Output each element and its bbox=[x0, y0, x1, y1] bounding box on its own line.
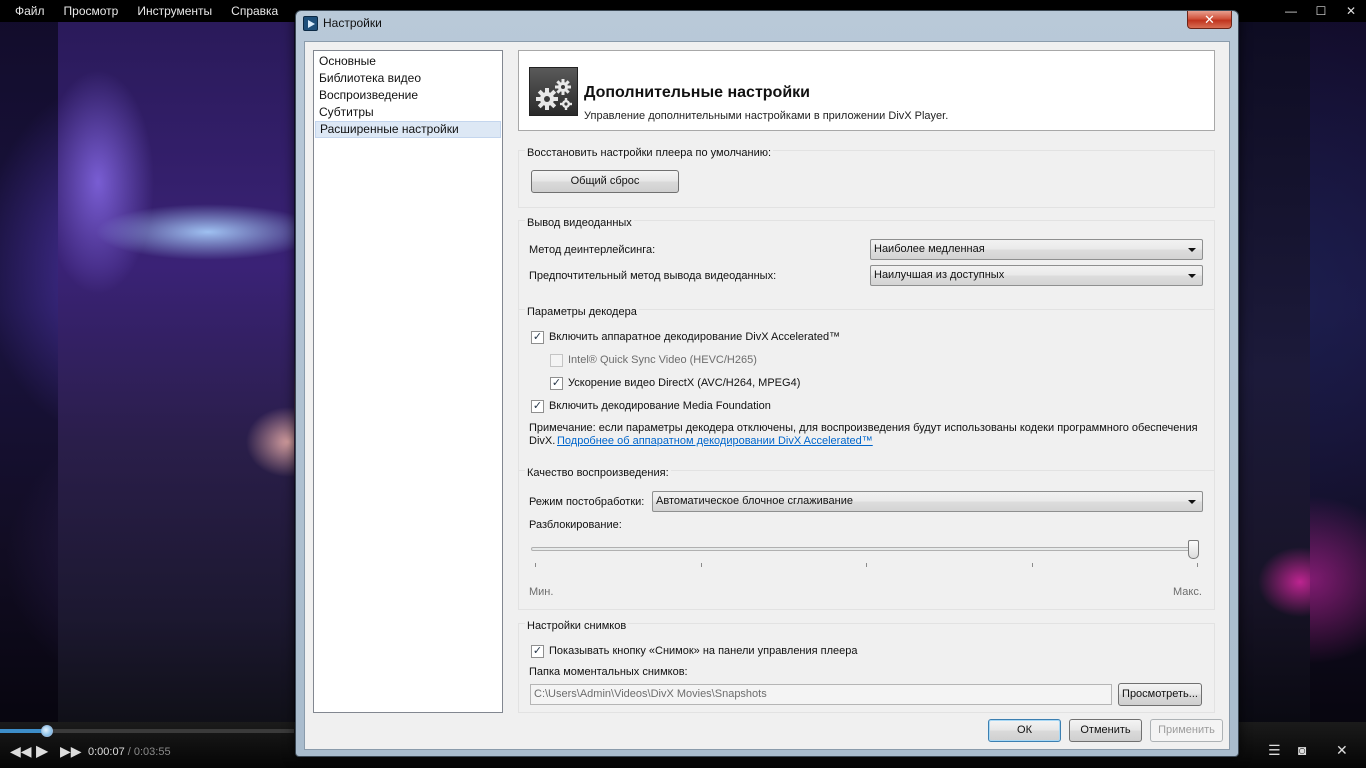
decoder-group: Параметры декодера ✓ Включить аппаратное… bbox=[518, 306, 1215, 485]
snapshot-folder-label: Папка моментальных снимков: bbox=[529, 666, 688, 678]
divx-app-icon bbox=[303, 16, 318, 31]
apply-button[interactable]: Применить bbox=[1150, 719, 1223, 742]
dialog-titlebar[interactable]: Настройки ✕ bbox=[296, 11, 1238, 37]
quick-sync-label: Intel® Quick Sync Video (HEVC/H265) bbox=[568, 354, 757, 366]
preferred-output-label: Предпочтительный метод вывода видеоданны… bbox=[529, 270, 777, 282]
postprocess-value: Автоматическое блочное сглаживание bbox=[656, 495, 853, 507]
menu-help[interactable]: Справка bbox=[231, 4, 278, 18]
media-foundation-checkbox[interactable]: ✓ bbox=[531, 400, 544, 413]
cancel-button[interactable]: Отменить bbox=[1069, 719, 1142, 742]
slider-tick bbox=[1197, 563, 1198, 567]
preferred-output-select[interactable]: Наилучшая из доступных bbox=[870, 265, 1203, 286]
maximize-icon[interactable]: ☐ bbox=[1306, 0, 1336, 22]
deblocking-slider-track[interactable] bbox=[531, 547, 1199, 551]
deblocking-slider-thumb[interactable] bbox=[1188, 540, 1199, 559]
dialog-client-area: Основные Библиотека видео Воспроизведени… bbox=[304, 41, 1230, 750]
slider-tick bbox=[701, 563, 702, 567]
nav-item-playback[interactable]: Воспроизведение bbox=[315, 87, 501, 104]
quick-sync-checkbox[interactable] bbox=[550, 354, 563, 367]
settings-nav-list: Основные Библиотека видео Воспроизведени… bbox=[313, 50, 503, 713]
total-time: / 0:03:55 bbox=[124, 746, 171, 758]
hw-decoding-info-link[interactable]: Подробнее об аппаратном декодировании Di… bbox=[557, 435, 873, 447]
postprocess-label: Режим постобработки: bbox=[529, 496, 645, 508]
video-frame-right bbox=[1240, 22, 1310, 722]
video-output-legend: Вывод видеоданных bbox=[525, 217, 634, 229]
snapshot-settings-group: Настройки снимков ✓ Показывать кнопку «С… bbox=[518, 620, 1215, 713]
dropdown-arrow-icon bbox=[1188, 500, 1196, 504]
shuffle-icon[interactable]: ✕ bbox=[1336, 742, 1348, 759]
nav-item-general[interactable]: Основные bbox=[315, 53, 501, 70]
play-icon[interactable]: ▶ bbox=[36, 741, 48, 761]
decoder-note-cont: DivX. bbox=[529, 435, 556, 447]
playback-quality-group: Качество воспроизведения: Режим постобра… bbox=[518, 467, 1215, 610]
deinterlace-value: Наиболее медленная bbox=[874, 243, 985, 255]
current-time: 0:00:07 bbox=[88, 746, 125, 758]
show-snapshot-button-checkbox[interactable]: ✓ bbox=[531, 645, 544, 658]
decoder-note: Примечание: если параметры декодера откл… bbox=[529, 422, 1198, 434]
section-header: Дополнительные настройки Управление допо… bbox=[518, 50, 1215, 131]
dialog-title: Настройки bbox=[323, 16, 382, 30]
dropdown-arrow-icon bbox=[1188, 274, 1196, 278]
camera-icon[interactable]: ◙ bbox=[1298, 742, 1306, 758]
media-foundation-label: Включить декодирование Media Foundation bbox=[549, 400, 771, 412]
show-snapshot-button-label: Показывать кнопку «Снимок» на панели упр… bbox=[549, 645, 858, 657]
hw-decoding-label: Включить аппаратное декодирование DivX A… bbox=[549, 331, 841, 343]
deblocking-label: Разблокирование: bbox=[529, 519, 622, 531]
nav-item-subtitles[interactable]: Субтитры bbox=[315, 104, 501, 121]
gears-icon bbox=[529, 67, 578, 116]
section-subtitle: Управление дополнительными настройками в… bbox=[584, 110, 949, 122]
slider-tick bbox=[1032, 563, 1033, 567]
menu-file[interactable]: Файл bbox=[15, 4, 45, 18]
postprocess-select[interactable]: Автоматическое блочное сглаживание bbox=[652, 491, 1203, 512]
nav-item-advanced[interactable]: Расширенные настройки bbox=[315, 121, 501, 138]
browse-button[interactable]: Просмотреть... bbox=[1118, 683, 1202, 706]
restore-defaults-legend: Восстановить настройки плеера по умолчан… bbox=[525, 147, 774, 159]
settings-content: Дополнительные настройки Управление допо… bbox=[518, 50, 1215, 713]
hw-decoding-checkbox[interactable]: ✓ bbox=[531, 331, 544, 344]
deinterlace-select[interactable]: Наиболее медленная bbox=[870, 239, 1203, 260]
playback-quality-legend: Качество воспроизведения: bbox=[525, 467, 671, 479]
ok-button[interactable]: ОК bbox=[988, 719, 1061, 742]
directx-checkbox[interactable]: ✓ bbox=[550, 377, 563, 390]
menu-tools[interactable]: Инструменты bbox=[137, 4, 212, 18]
playlist-icon[interactable]: ☰ bbox=[1268, 742, 1281, 759]
fast-forward-icon[interactable]: ▶▶ bbox=[60, 743, 82, 760]
dropdown-arrow-icon bbox=[1188, 248, 1196, 252]
directx-label: Ускорение видео DirectX (AVC/H264, MPEG4… bbox=[568, 377, 801, 389]
preferred-output-value: Наилучшая из доступных bbox=[874, 269, 1005, 281]
slider-min-label: Мин. bbox=[529, 586, 554, 598]
slider-tick bbox=[535, 563, 536, 567]
rewind-icon[interactable]: ◀◀ bbox=[10, 743, 32, 760]
slider-tick bbox=[866, 563, 867, 567]
slider-max-label: Макс. bbox=[1173, 586, 1202, 598]
restore-defaults-group: Восстановить настройки плеера по умолчан… bbox=[518, 147, 1215, 208]
close-icon[interactable]: ✕ bbox=[1336, 0, 1366, 22]
snapshot-folder-field[interactable]: C:\Users\Admin\Videos\DivX Movies\Snapsh… bbox=[530, 684, 1112, 705]
nav-item-video-library[interactable]: Библиотека видео bbox=[315, 70, 501, 87]
seek-handle[interactable] bbox=[41, 725, 53, 737]
player-window-controls: — ☐ ✕ bbox=[1276, 0, 1366, 22]
video-frame-left bbox=[58, 22, 294, 722]
global-reset-button[interactable]: Общий сброс bbox=[531, 170, 679, 193]
settings-dialog: Настройки ✕ Основные Библиотека видео Во… bbox=[295, 10, 1239, 757]
deinterlace-label: Метод деинтерлейсинга: bbox=[529, 244, 656, 256]
minimize-icon[interactable]: — bbox=[1276, 0, 1306, 22]
section-title: Дополнительные настройки bbox=[584, 84, 810, 101]
seek-bar-fill bbox=[0, 729, 45, 733]
snapshot-settings-legend: Настройки снимков bbox=[525, 620, 629, 632]
dialog-close-button[interactable]: ✕ bbox=[1187, 11, 1232, 29]
menu-view[interactable]: Просмотр bbox=[64, 4, 119, 18]
playback-time: 0:00:07 / 0:03:55 bbox=[88, 746, 171, 758]
decoder-legend: Параметры декодера bbox=[525, 306, 639, 318]
